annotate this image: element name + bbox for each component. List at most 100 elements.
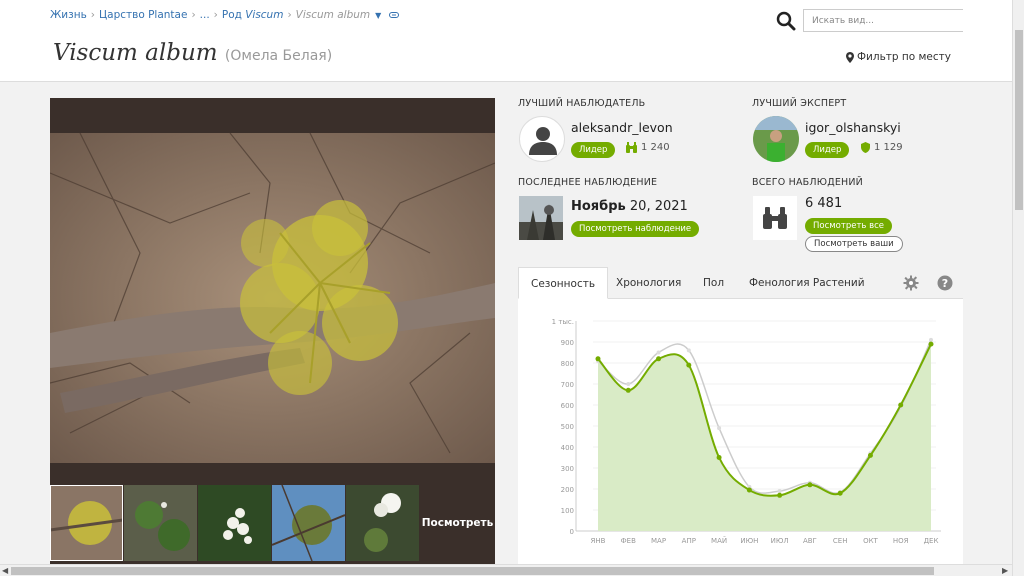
help-icon[interactable]: ? xyxy=(937,275,953,291)
y-tick-label: 600 xyxy=(561,402,574,410)
breadcrumb-kingdom[interactable]: Царство Plantae xyxy=(99,9,187,21)
scrollbar-thumb[interactable] xyxy=(11,567,934,575)
x-tick-label: АПР xyxy=(682,537,696,545)
total-observations-value: 6 481 xyxy=(805,196,843,211)
avatar[interactable] xyxy=(519,116,565,162)
view-yours-button[interactable]: Посмотреть ваши xyxy=(805,236,903,252)
x-tick-label: ИЮН xyxy=(740,537,758,545)
photo-thumbnail[interactable] xyxy=(346,485,419,561)
x-tick-label: ЯНВ xyxy=(591,537,606,545)
breadcrumb-genus-name: Viscum xyxy=(245,9,284,21)
series-point xyxy=(686,362,692,368)
photo-panel: Посмотреть xyxy=(50,98,495,565)
y-tick-label: 500 xyxy=(561,423,574,431)
shield-icon xyxy=(861,142,870,153)
series-point xyxy=(898,402,904,408)
series-point xyxy=(928,341,934,347)
leader-badge: Лидер xyxy=(805,142,850,158)
series-point xyxy=(625,387,631,393)
top-observer-username[interactable]: aleksandr_levon xyxy=(571,120,673,135)
x-tick-label: МАР xyxy=(651,537,666,545)
search-icon[interactable] xyxy=(776,11,796,31)
scroll-left-icon[interactable]: ◀ xyxy=(2,565,8,576)
last-observation-photo[interactable] xyxy=(519,196,563,240)
main-photo[interactable] xyxy=(50,132,495,463)
seasonality-chart: 0 100 200 300 400 500 600 700 800 900 1 тыс. ЯНВ ФЕВ… xyxy=(518,299,963,565)
series-point xyxy=(746,487,752,493)
scrollbar-thumb[interactable] xyxy=(1015,30,1023,210)
photo-thumbnail[interactable] xyxy=(124,485,197,561)
y-tick-label: 400 xyxy=(561,444,574,452)
horizontal-scrollbar[interactable]: ◀ ▶ xyxy=(0,564,1012,576)
y-tick-label: 100 xyxy=(561,507,574,515)
y-tick-label: 300 xyxy=(561,465,574,473)
breadcrumb-genus[interactable]: Род Viscum xyxy=(222,9,284,21)
search-input[interactable] xyxy=(803,9,963,32)
tab-seasonality[interactable]: Сезонность xyxy=(518,267,609,299)
observation-count-value: 1 240 xyxy=(641,142,670,153)
series-point-secondary xyxy=(686,348,691,353)
common-name: (Омела Белая) xyxy=(224,48,333,64)
last-observation-month: Ноябрь xyxy=(571,199,626,214)
link-icon[interactable] xyxy=(389,9,400,21)
view-more-photos-button[interactable]: Посмотреть xyxy=(420,485,495,561)
photo-thumbnails: Посмотреть xyxy=(50,485,495,561)
breadcrumb-life[interactable]: Жизнь xyxy=(50,9,87,21)
series-point xyxy=(777,492,783,498)
y-tick-label: 700 xyxy=(561,381,574,389)
view-observation-button[interactable]: Посмотреть наблюдение xyxy=(571,221,700,237)
x-tick-label: АВГ xyxy=(803,537,817,545)
x-tick-label: ИЮЛ xyxy=(771,537,789,545)
breadcrumb-ellipsis[interactable]: ... xyxy=(200,9,210,21)
chart-tabs: Сезонность Хронология Пол Фенология Раст… xyxy=(518,267,963,299)
user-icon xyxy=(529,127,557,155)
x-tick-label: ОКТ xyxy=(863,537,878,545)
series-point xyxy=(867,452,873,458)
binoculars-icon xyxy=(626,142,637,153)
view-all-button[interactable]: Посмотреть все xyxy=(805,218,893,234)
last-observation-day-year: 20, 2021 xyxy=(625,199,688,214)
photo-thumbnail[interactable] xyxy=(272,485,345,561)
x-tick-label: НОЯ xyxy=(893,537,909,545)
chevron-down-icon[interactable]: ▼ xyxy=(375,11,381,20)
avatar[interactable] xyxy=(753,116,799,162)
series-point xyxy=(595,356,601,362)
x-tick-label: ДЕК xyxy=(924,537,939,545)
tab-plant-phenology[interactable]: Фенология Растений xyxy=(749,267,865,299)
top-observer-label: ЛУЧШИЙ НАБЛЮДАТЕЛЬ xyxy=(518,98,646,109)
series-point-secondary xyxy=(626,382,631,386)
identification-count-value: 1 129 xyxy=(874,142,903,153)
series-point xyxy=(656,356,662,362)
breadcrumb-separator: › xyxy=(90,9,95,21)
y-tick-label: 900 xyxy=(561,339,574,347)
place-filter-button[interactable]: Фильтр по месту xyxy=(846,51,951,63)
top-identifier-username[interactable]: igor_olshanskyi xyxy=(805,120,901,135)
binoculars-icon xyxy=(753,196,797,240)
breadcrumb: Жизнь › Царство Plantae › ... › Род Visc… xyxy=(50,9,400,21)
map-marker-icon xyxy=(846,51,854,63)
series-point xyxy=(837,490,843,496)
seasonality-chart-svg: 0 100 200 300 400 500 600 700 800 900 1 тыс. ЯНВ ФЕВ… xyxy=(552,318,941,545)
scroll-right-icon[interactable]: ▶ xyxy=(1002,565,1008,576)
vertical-scrollbar[interactable] xyxy=(1012,0,1024,576)
photo-thumbnail[interactable] xyxy=(50,485,123,561)
x-tick-label: СЕН xyxy=(833,537,848,545)
breadcrumb-current: Viscum album xyxy=(295,9,371,21)
leader-badge: Лидер xyxy=(571,142,616,158)
tab-sex[interactable]: Пол xyxy=(703,267,724,299)
breadcrumb-genus-rank: Род xyxy=(221,9,242,21)
series-point-secondary xyxy=(777,489,782,494)
top-identifier-label: ЛУЧШИЙ ЭКСПЕРТ xyxy=(752,98,847,109)
photo-thumbnail[interactable] xyxy=(198,485,271,561)
gear-icon[interactable] xyxy=(903,275,919,291)
series-point xyxy=(807,482,813,488)
series-point-secondary xyxy=(656,350,661,355)
observation-count: 1 240 xyxy=(626,142,670,153)
total-observations-label: ВСЕГО НАБЛЮДЕНИЙ xyxy=(752,177,863,188)
breadcrumb-separator: › xyxy=(191,9,196,21)
page-title: Viscum album (Омела Белая) xyxy=(53,40,332,66)
identification-count: 1 129 xyxy=(861,142,903,153)
y-tick-label: 1 тыс. xyxy=(552,318,574,326)
tab-history[interactable]: Хронология xyxy=(616,267,681,299)
breadcrumb-separator: › xyxy=(213,9,218,21)
